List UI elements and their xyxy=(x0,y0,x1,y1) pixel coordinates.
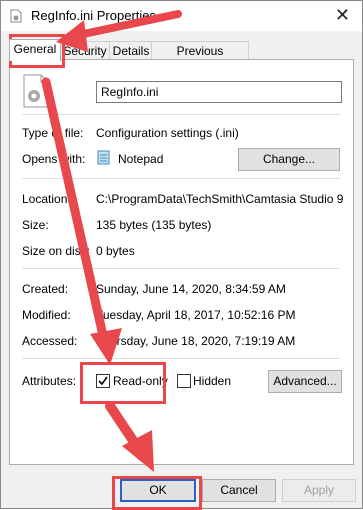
created-value: Sunday, June 14, 2020, 8:34:59 AM xyxy=(96,282,286,296)
properties-window: RegInfo.ini Properties ✕ General Securit… xyxy=(0,0,363,509)
file-icon xyxy=(10,9,22,23)
tab-details[interactable]: Details xyxy=(109,41,153,60)
cancel-button[interactable]: Cancel xyxy=(202,479,276,502)
notepad-icon xyxy=(97,150,110,165)
title-bar: RegInfo.ini Properties ✕ xyxy=(1,1,362,31)
change-button[interactable]: Change... xyxy=(238,148,340,171)
opens-with-label: Opens with: xyxy=(22,152,86,166)
separator xyxy=(22,114,340,115)
apply-button[interactable]: Apply xyxy=(282,479,356,502)
general-panel: RegInfo.ini Type of file: Configuration … xyxy=(9,59,354,465)
window-title: RegInfo.ini Properties xyxy=(31,8,157,23)
hidden-checkbox[interactable] xyxy=(177,374,191,388)
hidden-label[interactable]: Hidden xyxy=(193,374,231,388)
modified-value: Tuesday, April 18, 2017, 10:52:16 PM xyxy=(96,308,296,322)
size-on-disk-label: Size on disk: xyxy=(22,244,91,258)
tab-previous-versions[interactable]: Previous Versions xyxy=(151,41,249,76)
attributes-label: Attributes: xyxy=(22,374,77,388)
size-on-disk-value: 0 bytes xyxy=(96,244,135,258)
ini-file-icon xyxy=(23,74,49,108)
type-label: Type of file: xyxy=(22,126,84,140)
location-value: C:\ProgramData\TechSmith\Camtasia Studio… xyxy=(96,192,344,206)
accessed-label: Accessed: xyxy=(22,334,78,348)
opens-with-value: Notepad xyxy=(118,152,164,166)
created-label: Created: xyxy=(22,282,69,296)
modified-label: Modified: xyxy=(22,308,71,322)
advanced-button[interactable]: Advanced... xyxy=(268,370,342,393)
accessed-value: Thursday, June 18, 2020, 7:19:19 AM xyxy=(96,334,296,348)
separator xyxy=(22,178,340,179)
filename-input[interactable]: RegInfo.ini xyxy=(96,81,342,103)
annotation-box-readonly xyxy=(80,362,166,404)
tab-general[interactable]: General xyxy=(9,39,61,61)
type-value: Configuration settings (.ini) xyxy=(96,126,239,140)
size-value: 135 bytes (135 bytes) xyxy=(96,218,212,232)
close-button[interactable]: ✕ xyxy=(335,5,350,25)
tab-security[interactable]: Security xyxy=(59,41,111,60)
location-label: Location: xyxy=(22,192,71,206)
separator xyxy=(22,358,340,359)
separator xyxy=(22,268,340,269)
annotation-box-ok xyxy=(112,476,202,510)
size-label: Size: xyxy=(22,218,49,232)
